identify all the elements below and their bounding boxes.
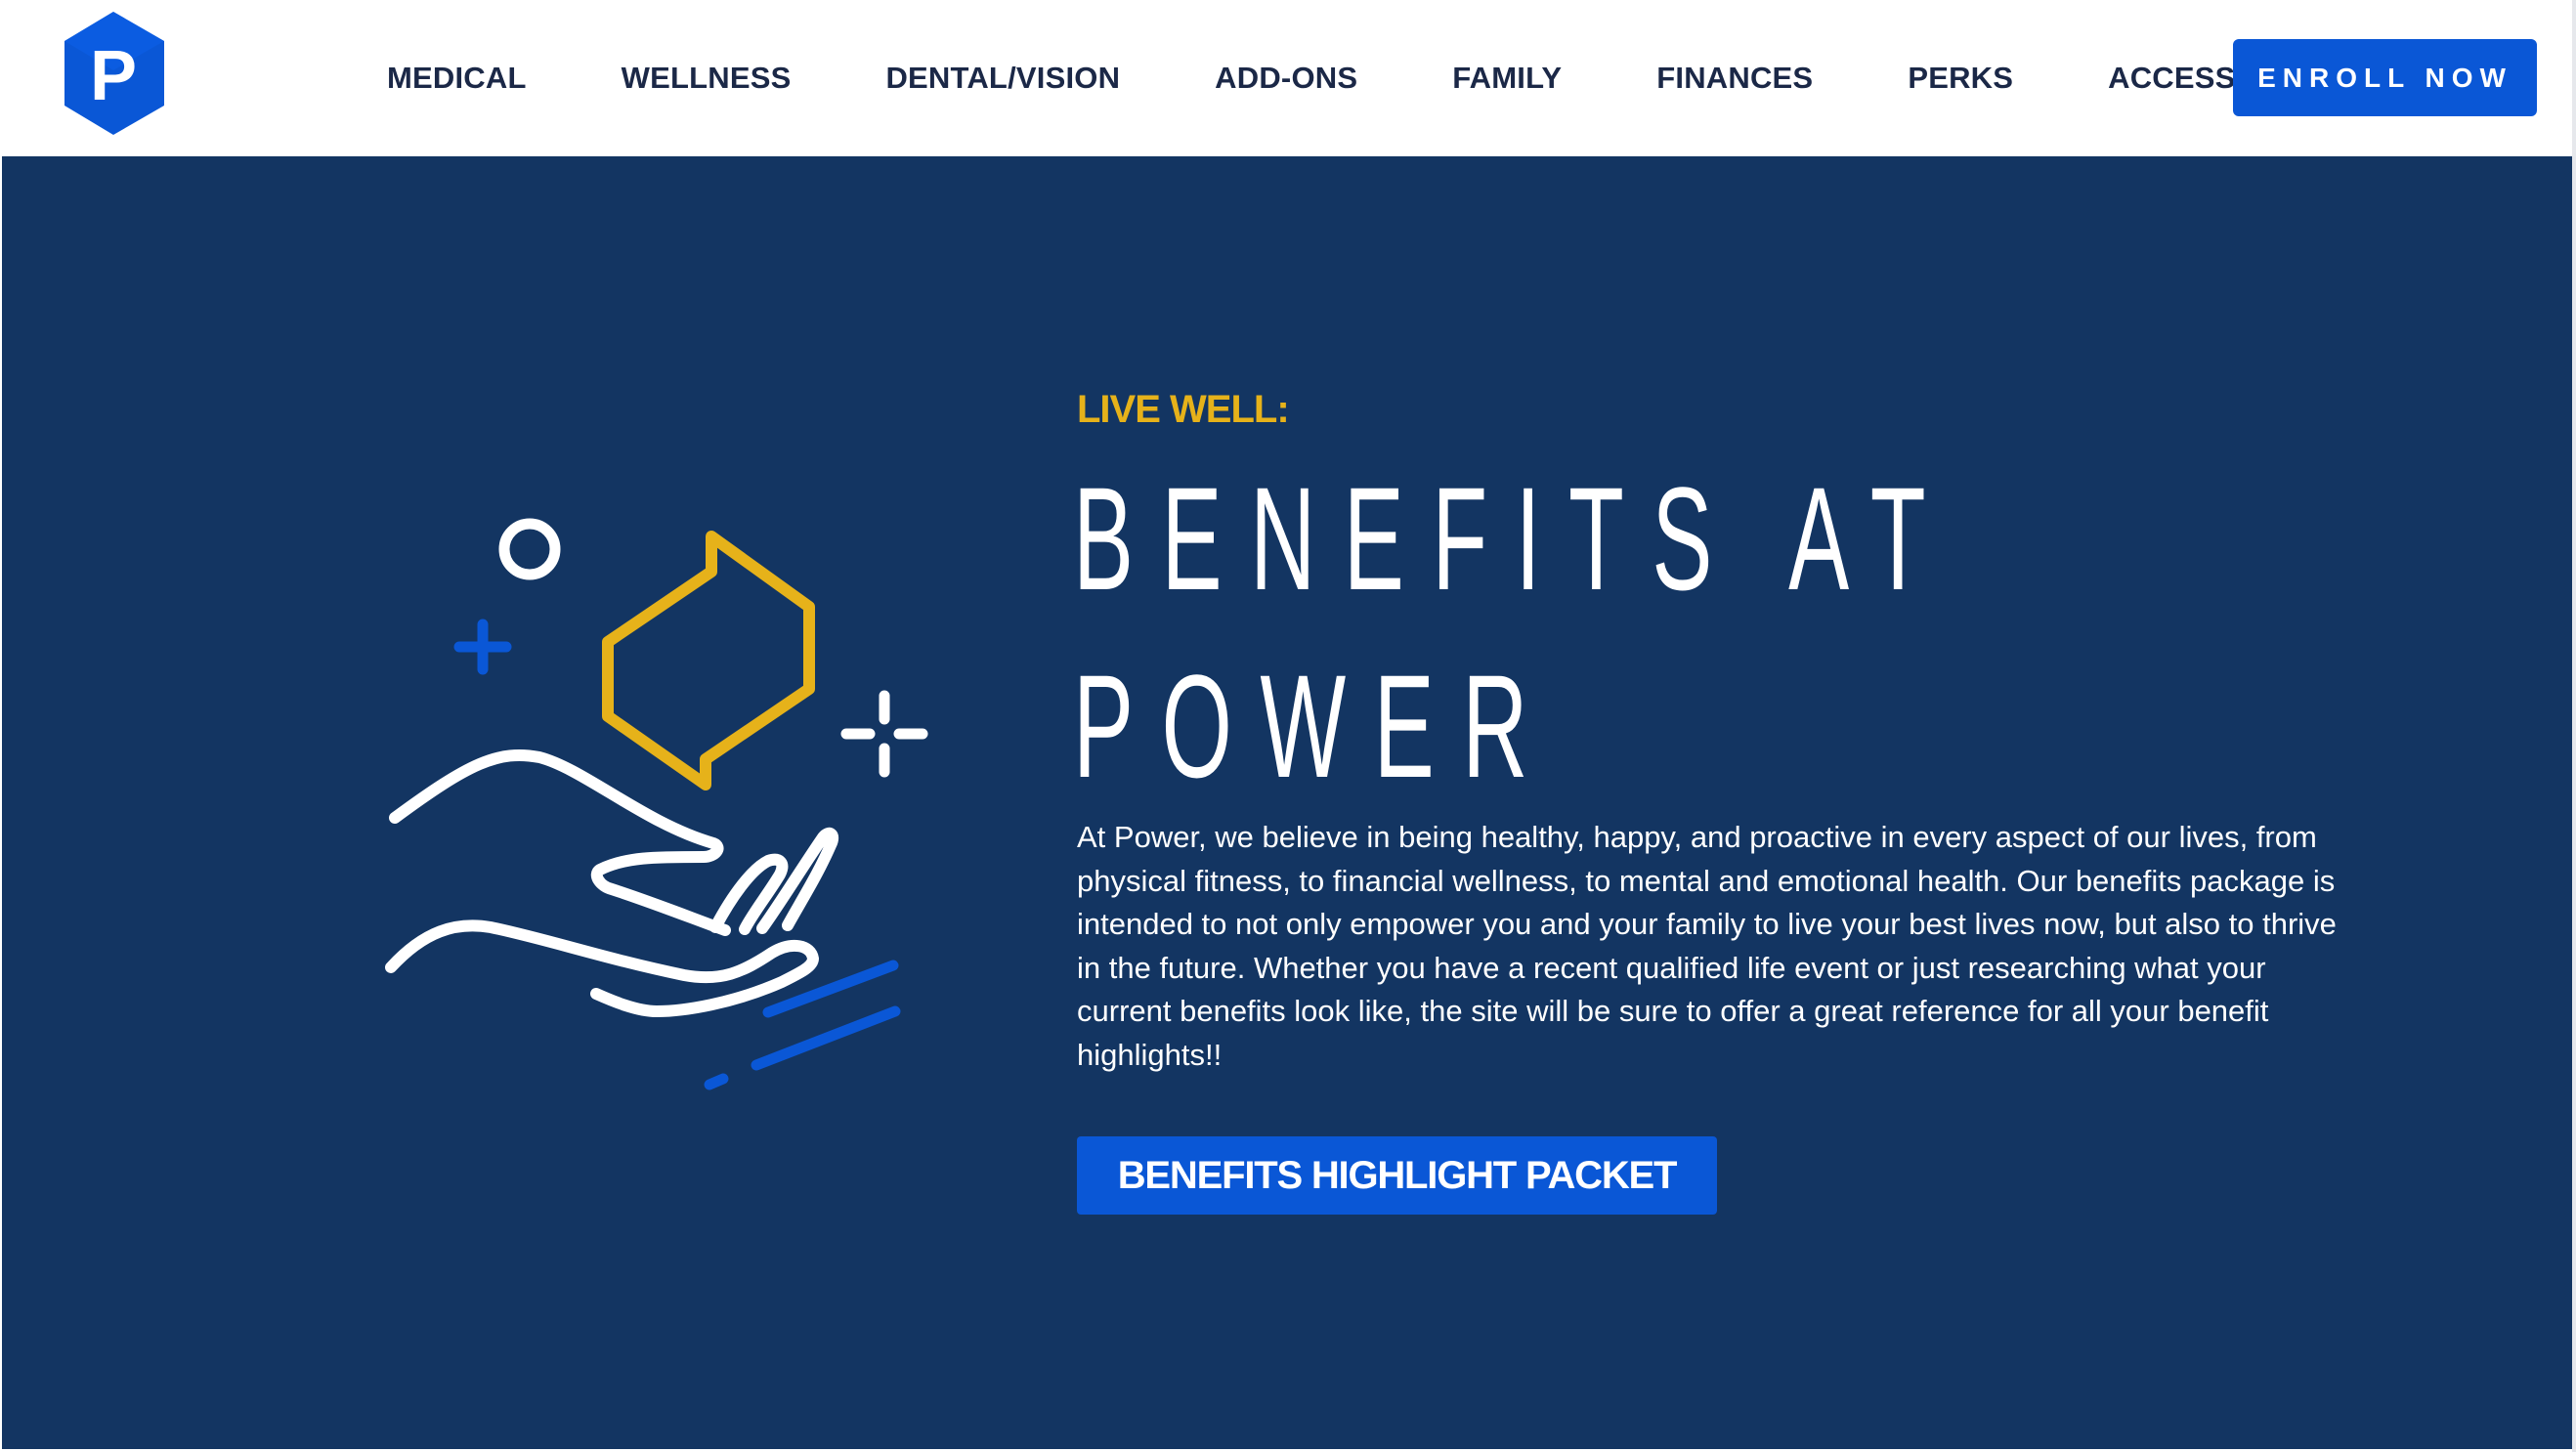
hand-upper-icon bbox=[389, 748, 731, 936]
nav-item-add-ons[interactable]: ADD-ONS bbox=[1215, 61, 1357, 96]
main-nav: MEDICAL WELLNESS DENTAL/VISION ADD-ONS F… bbox=[334, 0, 2236, 156]
hand-lower-icon bbox=[385, 919, 819, 1017]
nav-item-dental-vision[interactable]: DENTAL/VISION bbox=[885, 61, 1120, 96]
hand-offering-hexagon-icon bbox=[362, 493, 948, 1119]
nav-item-medical[interactable]: MEDICAL bbox=[387, 61, 527, 96]
hero-title-line1: BENEFITS AT bbox=[1073, 456, 1954, 620]
sparkle-decoration-icon bbox=[840, 690, 928, 778]
window-edge bbox=[2572, 0, 2576, 1452]
hexagon-logo-icon: P bbox=[64, 12, 164, 135]
enroll-now-button[interactable]: ENROLL NOW bbox=[2233, 39, 2537, 116]
nav-item-access[interactable]: ACCESS bbox=[2108, 61, 2235, 96]
hero-title-line2: POWER bbox=[1073, 644, 1556, 808]
nav-item-wellness[interactable]: WELLNESS bbox=[622, 61, 792, 96]
power-logo[interactable]: P bbox=[61, 10, 168, 137]
motion-lines-icon bbox=[704, 960, 901, 1090]
hexagon-decoration-icon bbox=[602, 531, 815, 790]
nav-item-family[interactable]: FAMILY bbox=[1452, 61, 1562, 96]
site-header: P MEDICAL WELLNESS DENTAL/VISION ADD-ONS… bbox=[2, 0, 2572, 156]
nav-item-perks[interactable]: PERKS bbox=[1908, 61, 2013, 96]
plus-decoration-icon bbox=[453, 619, 512, 675]
hero-title: BENEFITS AT POWER bbox=[1073, 445, 2224, 820]
nav-item-finances[interactable]: FINANCES bbox=[1656, 61, 1813, 96]
benefits-highlight-packet-button[interactable]: BENEFITS HIGHLIGHT PACKET bbox=[1077, 1136, 1717, 1215]
hero-description: At Power, we believe in being healthy, h… bbox=[1077, 820, 2337, 1072]
hero-eyebrow: LIVE WELL: bbox=[1077, 388, 1290, 431]
circle-decoration-icon bbox=[498, 518, 561, 580]
page: P MEDICAL WELLNESS DENTAL/VISION ADD-ONS… bbox=[0, 0, 2576, 1452]
logo-letter: P bbox=[90, 37, 137, 115]
